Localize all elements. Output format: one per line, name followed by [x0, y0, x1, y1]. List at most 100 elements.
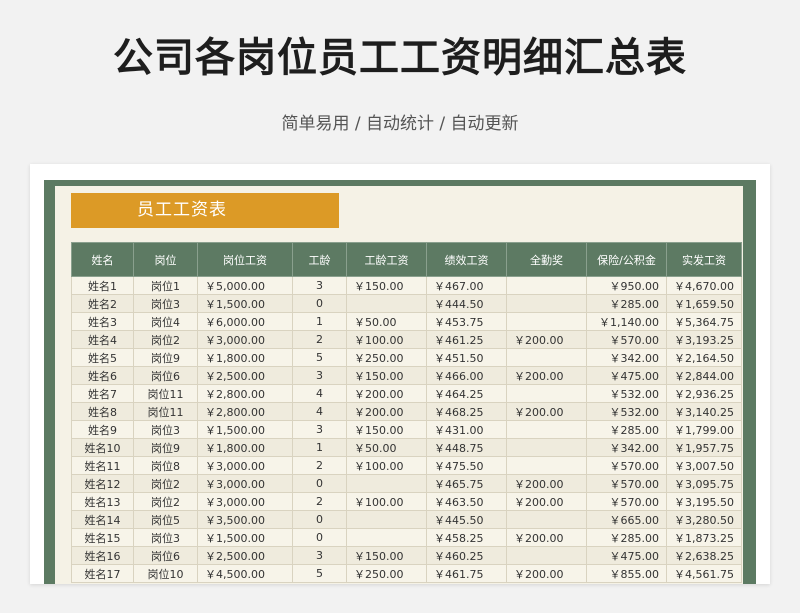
cell-attendance-bonus[interactable] [506, 384, 587, 403]
cell-performance-pay[interactable]: ￥475.50 [426, 456, 507, 475]
cell-seniority[interactable]: 3 [292, 366, 347, 385]
cell-seniority[interactable]: 4 [292, 384, 347, 403]
cell-name[interactable]: 姓名15 [71, 528, 134, 547]
cell-net-pay[interactable]: ￥3,280.50 [666, 510, 742, 529]
cell-net-pay[interactable]: ￥4,561.75 [666, 564, 742, 583]
cell-seniority-pay[interactable] [346, 474, 427, 493]
cell-seniority[interactable]: 5 [292, 564, 347, 583]
cell-insurance[interactable]: ￥532.00 [586, 384, 667, 403]
cell-position[interactable]: 岗位5 [133, 510, 198, 529]
cell-insurance[interactable]: ￥342.00 [586, 438, 667, 457]
cell-position[interactable]: 岗位3 [133, 420, 198, 439]
cell-name[interactable]: 姓名14 [71, 510, 134, 529]
cell-seniority-pay[interactable] [346, 528, 427, 547]
cell-seniority[interactable]: 3 [292, 420, 347, 439]
cell-performance-pay[interactable]: ￥468.25 [426, 402, 507, 421]
cell-seniority[interactable]: 3 [292, 546, 347, 565]
cell-seniority-pay[interactable]: ￥150.00 [346, 276, 427, 295]
cell-seniority[interactable]: 0 [292, 510, 347, 529]
cell-attendance-bonus[interactable]: ￥200.00 [506, 474, 587, 493]
cell-seniority[interactable]: 5 [292, 348, 347, 367]
cell-net-pay[interactable]: ￥1,873.25 [666, 528, 742, 547]
cell-base-salary[interactable]: ￥4,500.00 [197, 564, 293, 583]
cell-position[interactable]: 岗位8 [133, 456, 198, 475]
cell-insurance[interactable]: ￥570.00 [586, 492, 667, 511]
cell-seniority-pay[interactable] [346, 510, 427, 529]
cell-position[interactable]: 岗位2 [133, 492, 198, 511]
cell-seniority[interactable]: 2 [292, 330, 347, 349]
cell-seniority[interactable]: 2 [292, 456, 347, 475]
cell-attendance-bonus[interactable]: ￥200.00 [506, 564, 587, 583]
cell-performance-pay[interactable]: ￥460.25 [426, 546, 507, 565]
cell-position[interactable]: 岗位11 [133, 402, 198, 421]
cell-net-pay[interactable]: ￥3,193.25 [666, 330, 742, 349]
cell-insurance[interactable]: ￥665.00 [586, 510, 667, 529]
column-header-seniority[interactable]: 工龄 [292, 242, 347, 277]
cell-seniority-pay[interactable]: ￥100.00 [346, 456, 427, 475]
cell-net-pay[interactable]: ￥5,364.75 [666, 312, 742, 331]
cell-base-salary[interactable]: ￥6,000.00 [197, 312, 293, 331]
cell-attendance-bonus[interactable] [506, 312, 587, 331]
cell-performance-pay[interactable]: ￥465.75 [426, 474, 507, 493]
cell-net-pay[interactable]: ￥2,844.00 [666, 366, 742, 385]
cell-attendance-bonus[interactable]: ￥200.00 [506, 492, 587, 511]
cell-base-salary[interactable]: ￥1,500.00 [197, 420, 293, 439]
cell-base-salary[interactable]: ￥2,800.00 [197, 384, 293, 403]
cell-attendance-bonus[interactable]: ￥200.00 [506, 528, 587, 547]
cell-position[interactable]: 岗位4 [133, 312, 198, 331]
cell-seniority[interactable]: 1 [292, 312, 347, 331]
cell-name[interactable]: 姓名13 [71, 492, 134, 511]
cell-net-pay[interactable]: ￥1,957.75 [666, 438, 742, 457]
cell-attendance-bonus[interactable]: ￥200.00 [506, 402, 587, 421]
cell-seniority-pay[interactable]: ￥200.00 [346, 384, 427, 403]
cell-seniority[interactable]: 0 [292, 528, 347, 547]
cell-base-salary[interactable]: ￥1,500.00 [197, 294, 293, 313]
column-header-net-pay[interactable]: 实发工资 [666, 242, 742, 277]
cell-name[interactable]: 姓名17 [71, 564, 134, 583]
cell-base-salary[interactable]: ￥3,000.00 [197, 456, 293, 475]
cell-base-salary[interactable]: ￥1,800.00 [197, 438, 293, 457]
cell-name[interactable]: 姓名5 [71, 348, 134, 367]
cell-insurance[interactable]: ￥285.00 [586, 528, 667, 547]
cell-performance-pay[interactable]: ￥445.50 [426, 510, 507, 529]
column-header-position[interactable]: 岗位 [133, 242, 198, 277]
cell-base-salary[interactable]: ￥3,000.00 [197, 474, 293, 493]
cell-net-pay[interactable]: ￥2,164.50 [666, 348, 742, 367]
cell-performance-pay[interactable]: ￥463.50 [426, 492, 507, 511]
cell-seniority-pay[interactable]: ￥200.00 [346, 402, 427, 421]
column-header-base-salary[interactable]: 岗位工资 [197, 242, 293, 277]
cell-seniority-pay[interactable]: ￥150.00 [346, 546, 427, 565]
column-header-insurance[interactable]: 保险/公积金 [586, 242, 667, 277]
cell-seniority-pay[interactable]: ￥250.00 [346, 564, 427, 583]
column-header-name[interactable]: 姓名 [71, 242, 134, 277]
cell-seniority-pay[interactable]: ￥250.00 [346, 348, 427, 367]
cell-seniority[interactable]: 3 [292, 276, 347, 295]
cell-name[interactable]: 姓名4 [71, 330, 134, 349]
cell-net-pay[interactable]: ￥3,007.50 [666, 456, 742, 475]
cell-name[interactable]: 姓名7 [71, 384, 134, 403]
column-header-performance-pay[interactable]: 绩效工资 [426, 242, 507, 277]
cell-insurance[interactable]: ￥570.00 [586, 330, 667, 349]
cell-attendance-bonus[interactable]: ￥200.00 [506, 366, 587, 385]
cell-position[interactable]: 岗位6 [133, 366, 198, 385]
cell-seniority[interactable]: 4 [292, 402, 347, 421]
cell-seniority-pay[interactable]: ￥150.00 [346, 420, 427, 439]
cell-performance-pay[interactable]: ￥431.00 [426, 420, 507, 439]
cell-performance-pay[interactable]: ￥461.25 [426, 330, 507, 349]
cell-name[interactable]: 姓名16 [71, 546, 134, 565]
cell-attendance-bonus[interactable] [506, 510, 587, 529]
cell-seniority[interactable]: 0 [292, 294, 347, 313]
cell-insurance[interactable]: ￥570.00 [586, 456, 667, 475]
cell-insurance[interactable]: ￥855.00 [586, 564, 667, 583]
cell-insurance[interactable]: ￥285.00 [586, 294, 667, 313]
cell-performance-pay[interactable]: ￥453.75 [426, 312, 507, 331]
cell-base-salary[interactable]: ￥2,800.00 [197, 402, 293, 421]
cell-seniority-pay[interactable]: ￥50.00 [346, 438, 427, 457]
cell-position[interactable]: 岗位10 [133, 564, 198, 583]
cell-attendance-bonus[interactable] [506, 546, 587, 565]
cell-net-pay[interactable]: ￥1,659.50 [666, 294, 742, 313]
cell-attendance-bonus[interactable] [506, 294, 587, 313]
cell-position[interactable]: 岗位11 [133, 384, 198, 403]
cell-name[interactable]: 姓名10 [71, 438, 134, 457]
cell-position[interactable]: 岗位2 [133, 330, 198, 349]
